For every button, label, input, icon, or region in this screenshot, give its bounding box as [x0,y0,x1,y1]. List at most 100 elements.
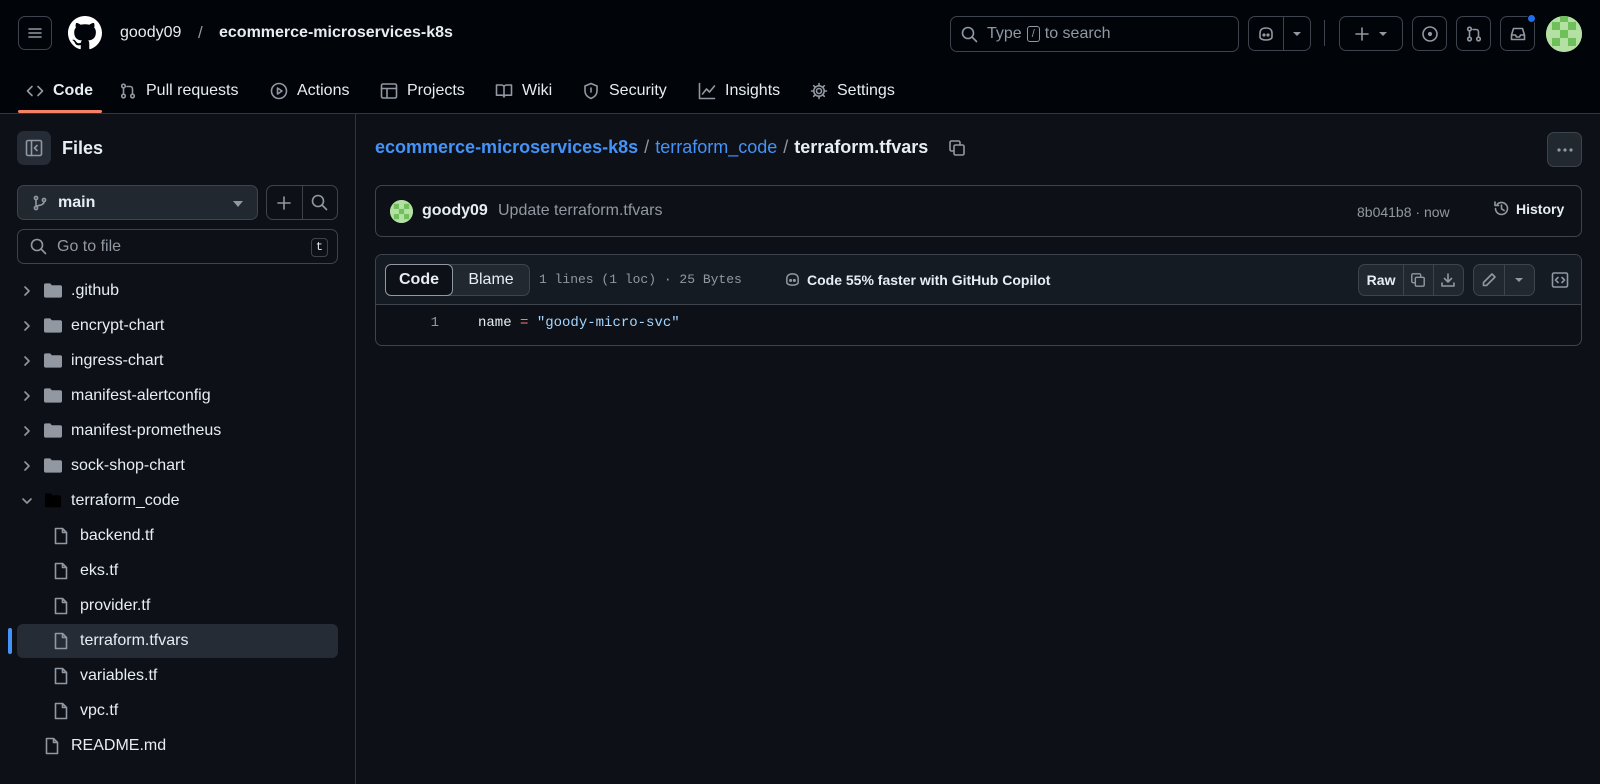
graph-icon [698,82,716,100]
tree-folder-github[interactable]: .github [17,274,338,308]
breadcrumb-repo-link[interactable]: ecommerce-microservices-k8s [375,137,638,158]
file-breadcrumb: ecommerce-microservices-k8s / terraform_… [375,137,966,158]
tree-item-label: encrypt-chart [71,317,165,334]
copilot-button-group [1248,16,1311,51]
inbox-icon [1509,25,1527,43]
triangle-down-icon [233,200,243,208]
shield-icon [582,82,600,100]
create-new-button[interactable] [1339,16,1403,51]
view-mode-toggle: Code Blame [385,264,530,296]
github-logo[interactable] [68,16,102,50]
commit-message[interactable]: Update terraform.tfvars [498,202,663,220]
symbols-panel-button[interactable] [1544,264,1576,296]
git-branch-icon [32,195,48,211]
tree-file-vpc-tf[interactable]: vpc.tf [17,694,338,728]
tree-folder-manifest-alertconfig[interactable]: manifest-alertconfig [17,379,338,413]
search-shortcut-key: / [1026,26,1040,42]
copilot-icon [784,271,801,288]
line-content: name = "goody-micro-svc" [478,315,680,331]
file-icon [53,597,69,615]
tab-insights[interactable]: Insights [698,78,780,104]
breadcrumb-folder-link[interactable]: terraform_code [655,137,777,158]
triangle-down-icon [1514,275,1524,285]
tree-item-label: sock-shop-chart [71,457,185,474]
tab-wiki[interactable]: Wiki [495,78,552,104]
tab-projects[interactable]: Projects [380,78,465,104]
user-avatar[interactable] [1546,16,1582,52]
tab-settings[interactable]: Settings [810,78,895,104]
tree-item-label: vpc.tf [80,702,119,719]
raw-actions: Raw [1358,264,1464,296]
edit-file-button[interactable] [1474,265,1505,295]
more-options-button[interactable] [1547,132,1582,167]
file-icon [53,667,69,685]
raw-button[interactable]: Raw [1359,265,1405,295]
tree-folder-manifest-prometheus[interactable]: manifest-prometheus [17,414,338,448]
tab-code[interactable]: Code [26,78,93,104]
edit-dropdown-button[interactable] [1505,265,1535,295]
search-suffix: to search [1044,25,1111,42]
breadcrumb-separator: / [783,137,789,157]
download-button[interactable] [1434,265,1463,295]
copilot-button[interactable] [1249,17,1285,50]
go-to-file-shortcut: t [310,238,328,257]
repo-nav: Code Pull requests Actions Projects Wiki… [0,68,1600,114]
commit-author[interactable]: goody09 [422,202,488,220]
copy-raw-button[interactable] [1404,265,1434,295]
repo-link[interactable]: ecommerce-microservices-k8s [219,24,453,42]
collapse-sidebar-button[interactable] [17,131,51,165]
code-square-icon [1551,271,1569,289]
search-prefix: Type [987,25,1022,42]
tree-file-provider-tf[interactable]: provider.tf [17,589,338,623]
history-button[interactable]: History [1493,200,1564,217]
plus-icon [276,195,292,211]
file-stats: 1 lines (1 loc) · 25 Bytes [539,272,742,287]
code-view-button[interactable]: Code [385,264,453,296]
code-operator: = [520,315,529,331]
tree-folder-sock-shop-chart[interactable]: sock-shop-chart [17,449,338,483]
line-number[interactable]: 1 [406,315,439,331]
menu-button[interactable] [18,16,52,50]
code-key: name [478,315,512,331]
breadcrumb-separator: / [198,23,203,42]
tree-file-readme[interactable]: README.md [17,729,338,763]
tree-folder-ingress-chart[interactable]: ingress-chart [17,344,338,378]
owner-link[interactable]: goody09 [120,24,181,42]
chevron-right-icon [21,285,33,297]
tree-folder-terraform-code[interactable]: terraform_code [17,484,338,518]
pull-requests-button[interactable] [1456,16,1491,51]
tab-pull-requests[interactable]: Pull requests [119,78,239,104]
blame-view-button[interactable]: Blame [453,265,529,295]
tree-file-backend-tf[interactable]: backend.tf [17,519,338,553]
branch-selector[interactable]: main [17,185,258,220]
file-icon [53,632,69,650]
tree-item-label: manifest-alertconfig [71,387,211,404]
copy-path-icon[interactable] [948,139,966,157]
tree-file-variables-tf[interactable]: variables.tf [17,659,338,693]
tab-security[interactable]: Security [582,78,667,104]
tree-file-terraform-tfvars[interactable]: terraform.tfvars [17,624,338,658]
file-icon [53,702,69,720]
file-icon [53,562,69,580]
go-to-file-placeholder: Go to file [57,237,122,255]
copilot-dropdown-button[interactable] [1284,17,1310,50]
commit-sha-time[interactable]: 8b041b8 · now [1357,204,1450,220]
add-file-button[interactable] [267,186,303,219]
sidebar-actions [266,185,338,220]
search-files-button[interactable] [303,186,338,219]
issues-button[interactable] [1412,16,1447,51]
tab-label: Pull requests [146,82,239,99]
go-to-file-input[interactable]: Go to file t [17,229,338,264]
copilot-promo[interactable]: Code 55% faster with GitHub Copilot [784,271,1050,288]
tree-file-eks-tf[interactable]: eks.tf [17,554,338,588]
folder-open-icon [44,493,62,508]
copilot-icon [1257,25,1275,43]
commit-author-avatar[interactable] [390,200,413,223]
tree-folder-encrypt-chart[interactable]: encrypt-chart [17,309,338,343]
tab-actions[interactable]: Actions [270,78,349,104]
copy-icon [1410,272,1426,288]
global-search[interactable]: Type / to search [950,16,1239,52]
triangle-down-icon [1378,29,1388,39]
code-icon [26,82,44,100]
chevron-right-icon [21,460,33,472]
